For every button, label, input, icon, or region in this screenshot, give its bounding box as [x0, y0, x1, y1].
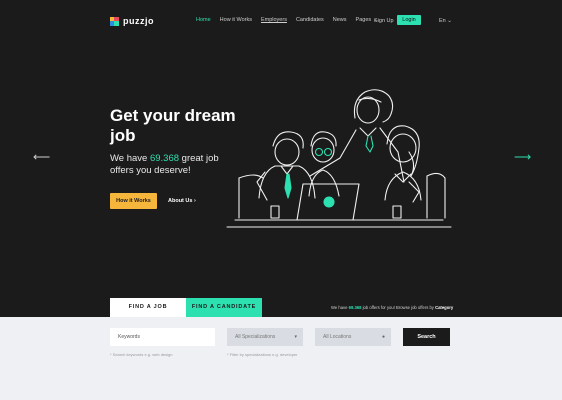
language-label: En: [439, 18, 446, 24]
search-button[interactable]: Search: [403, 328, 450, 346]
chevron-down-icon: ⌄: [447, 18, 452, 24]
chevron-right-icon: ›: [193, 198, 196, 204]
team-illustration: [226, 89, 452, 228]
tab-find-candidate[interactable]: FIND A CANDIDATE: [186, 298, 262, 317]
location-pin-icon: ●: [381, 334, 385, 340]
nav-news[interactable]: News: [333, 17, 347, 23]
arrow-left-icon[interactable]: ⟵: [33, 151, 50, 163]
nav-how-it-works[interactable]: How it Works: [220, 17, 252, 23]
specializations-select[interactable]: All Specializations ▾: [227, 328, 303, 346]
brand-logo[interactable]: puzzjo: [110, 16, 154, 26]
how-it-works-button[interactable]: How it Works: [110, 193, 157, 209]
main-menu: Home How it Works Employers Candidates N…: [196, 17, 386, 23]
login-button[interactable]: Login: [397, 15, 421, 25]
tagline-prefix: We have: [331, 305, 349, 310]
language-selector[interactable]: En ⌄: [439, 18, 452, 24]
nav-pages-label: Pages: [355, 17, 372, 23]
tab-find-job[interactable]: FIND A JOB: [110, 298, 186, 317]
nav-home[interactable]: Home: [196, 17, 211, 23]
caret-down-icon: ▾: [294, 334, 297, 340]
nav-employers[interactable]: Employers: [261, 17, 287, 23]
logo-icon: [110, 16, 119, 26]
hero-subtitle-prefix: We have: [110, 153, 150, 164]
about-us-link[interactable]: About Us ›: [168, 198, 196, 204]
tagline-middle: job offers for you! Browse job offers by: [361, 305, 436, 310]
specializations-value: All Specializations: [235, 334, 276, 340]
tagline-count: 69.368: [348, 305, 362, 310]
specializations-hint: * Filter by specializations e.g. develop…: [227, 352, 298, 357]
brand-name: puzzjo: [123, 16, 154, 26]
hero-subtitle: We have 69.368 great job offers you dese…: [110, 153, 240, 177]
arrow-right-icon[interactable]: ⟶: [514, 151, 531, 163]
hero-headline: Get your dream job: [110, 106, 236, 145]
keywords-input[interactable]: Keywords: [110, 328, 215, 346]
job-offers-tagline: We have 69.368 job offers for you! Brows…: [331, 305, 453, 310]
top-navigation: puzzjo Home How it Works Employers Candi…: [0, 14, 562, 28]
hero-section: puzzjo Home How it Works Employers Candi…: [0, 0, 562, 317]
signup-link[interactable]: Sign Up: [374, 18, 394, 24]
job-count: 69.368: [149, 153, 180, 164]
category-link[interactable]: Category: [435, 305, 453, 310]
locations-select[interactable]: All Locations ●: [315, 328, 391, 346]
nav-candidates[interactable]: Candidates: [296, 17, 324, 23]
keywords-hint: * Search keywords e.g. web design: [110, 352, 173, 357]
search-tabs: FIND A JOB FIND A CANDIDATE: [110, 298, 262, 317]
locations-value: All Locations: [323, 334, 352, 340]
about-us-label: About Us: [168, 198, 193, 204]
